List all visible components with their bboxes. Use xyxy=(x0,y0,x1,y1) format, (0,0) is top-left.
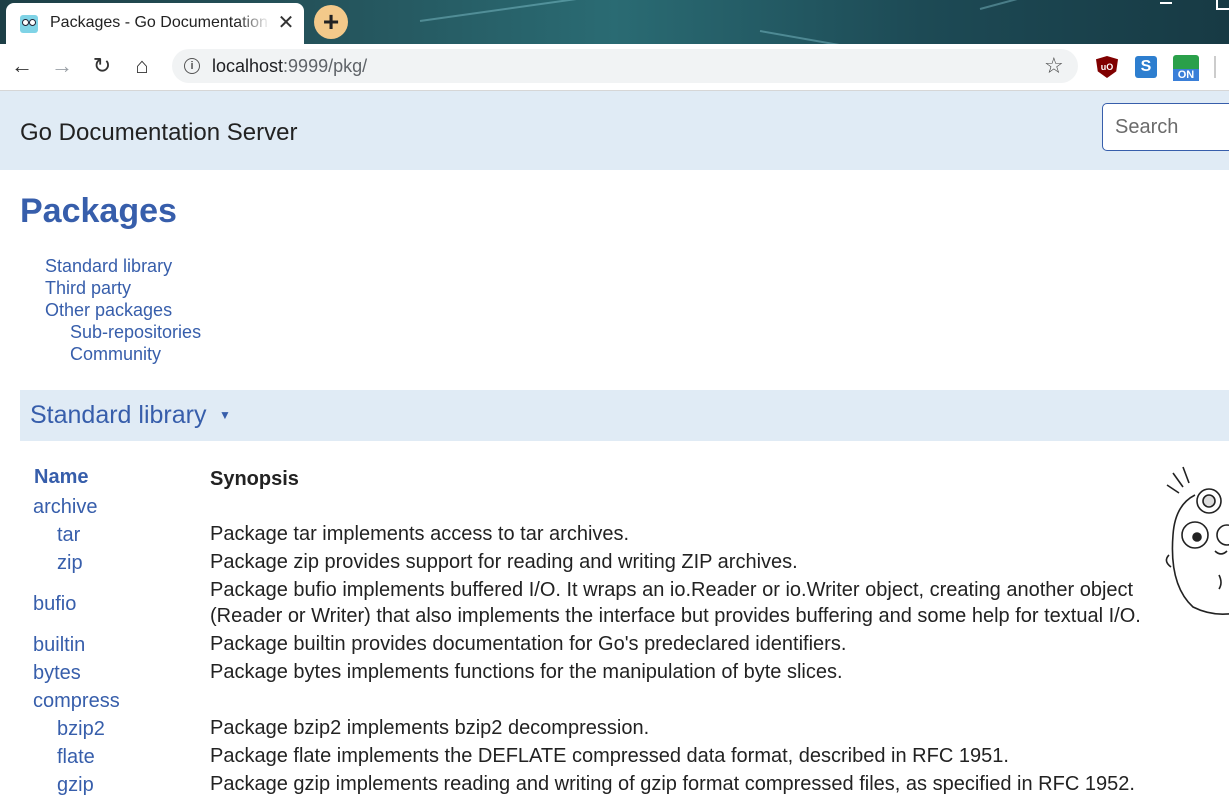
new-tab-button[interactable]: + xyxy=(314,5,348,39)
address-bar[interactable]: i localhost:9999/pkg/ ☆ xyxy=(172,49,1078,83)
s-extension-icon[interactable]: S xyxy=(1135,56,1157,78)
url-text[interactable]: localhost:9999/pkg/ xyxy=(212,56,367,77)
site-info-icon[interactable]: i xyxy=(184,58,200,74)
home-button[interactable]: ⌂ xyxy=(126,50,158,82)
package-synopsis: Package bzip2 implements bzip2 decompres… xyxy=(210,717,650,739)
package-link-builtin[interactable]: builtin xyxy=(33,634,85,657)
url-host: localhost xyxy=(212,56,284,76)
site-title[interactable]: Go Documentation Server xyxy=(20,119,297,147)
package-synopsis: Package flate implements the DEFLATE com… xyxy=(210,745,1009,767)
tab-title: Packages - Go Documentation Server xyxy=(50,14,270,31)
section-title: Standard library xyxy=(30,401,207,429)
page-title: Packages xyxy=(20,192,177,230)
package-synopsis: Package gzip implements reading and writ… xyxy=(210,773,1135,795)
minimize-window-icon[interactable] xyxy=(1160,2,1172,4)
package-synopsis: Package zip provides support for reading… xyxy=(210,551,798,573)
browser-tab[interactable]: Packages - Go Documentation Server ✕ xyxy=(6,3,304,44)
on-extension-icon[interactable]: ON xyxy=(1173,55,1199,81)
package-link-gzip[interactable]: gzip xyxy=(57,774,94,797)
package-link-zip[interactable]: zip xyxy=(57,552,83,575)
back-button[interactable]: ← xyxy=(6,50,38,82)
package-synopsis: Package builtin provides documentation f… xyxy=(210,633,847,655)
search-input[interactable] xyxy=(1102,103,1229,151)
package-synopsis: Package tar implements access to tar arc… xyxy=(210,523,630,545)
package-link-flate[interactable]: flate xyxy=(57,746,95,769)
browser-toolbar: ← → ↻ ⌂ i localhost:9999/pkg/ ☆ uO S ON xyxy=(0,44,1229,91)
package-link-bzip2[interactable]: bzip2 xyxy=(57,718,105,741)
package-link-bytes[interactable]: bytes xyxy=(33,662,81,685)
site-header: Go Documentation Server xyxy=(0,91,1229,170)
toc-link-standard-library[interactable]: Standard library xyxy=(45,255,201,277)
toc-link-community[interactable]: Community xyxy=(45,343,201,365)
toolbar-divider xyxy=(1214,56,1216,78)
column-header-synopsis: Synopsis xyxy=(210,468,299,490)
maximize-window-icon[interactable] xyxy=(1216,0,1229,10)
close-tab-icon[interactable]: ✕ xyxy=(277,12,295,34)
toc-link-other-packages[interactable]: Other packages xyxy=(45,299,201,321)
package-link-tar[interactable]: tar xyxy=(57,524,80,547)
column-header-name: Name xyxy=(34,466,89,488)
tab-strip: Packages - Go Documentation Server ✕ + xyxy=(0,0,1229,44)
collapse-arrow-icon[interactable]: ▼ xyxy=(219,408,231,422)
bookmark-star-icon[interactable]: ☆ xyxy=(1044,52,1064,80)
reload-button[interactable]: ↻ xyxy=(86,50,118,82)
on-extension-label: ON xyxy=(1173,69,1199,81)
package-link-bufio[interactable]: bufio xyxy=(33,593,76,616)
toc-link-third-party[interactable]: Third party xyxy=(45,277,201,299)
package-synopsis: Package bufio implements buffered I/O. I… xyxy=(210,579,1141,627)
toc-link-sub-repositories[interactable]: Sub-repositories xyxy=(45,321,201,343)
gopher-favicon-icon xyxy=(20,15,38,33)
gopher-mascot-image xyxy=(1165,466,1229,615)
package-link-archive[interactable]: archive xyxy=(33,496,97,519)
url-path: :9999/pkg/ xyxy=(283,56,368,76)
package-synopsis: Package bytes implements functions for t… xyxy=(210,661,843,683)
table-of-contents: Standard library Third party Other packa… xyxy=(45,255,201,365)
package-link-compress[interactable]: compress xyxy=(33,690,120,713)
forward-button[interactable]: → xyxy=(46,50,78,82)
standard-library-section-header[interactable]: Standard library ▼ xyxy=(20,390,1229,441)
ublock-extension-icon[interactable]: uO xyxy=(1096,56,1118,78)
